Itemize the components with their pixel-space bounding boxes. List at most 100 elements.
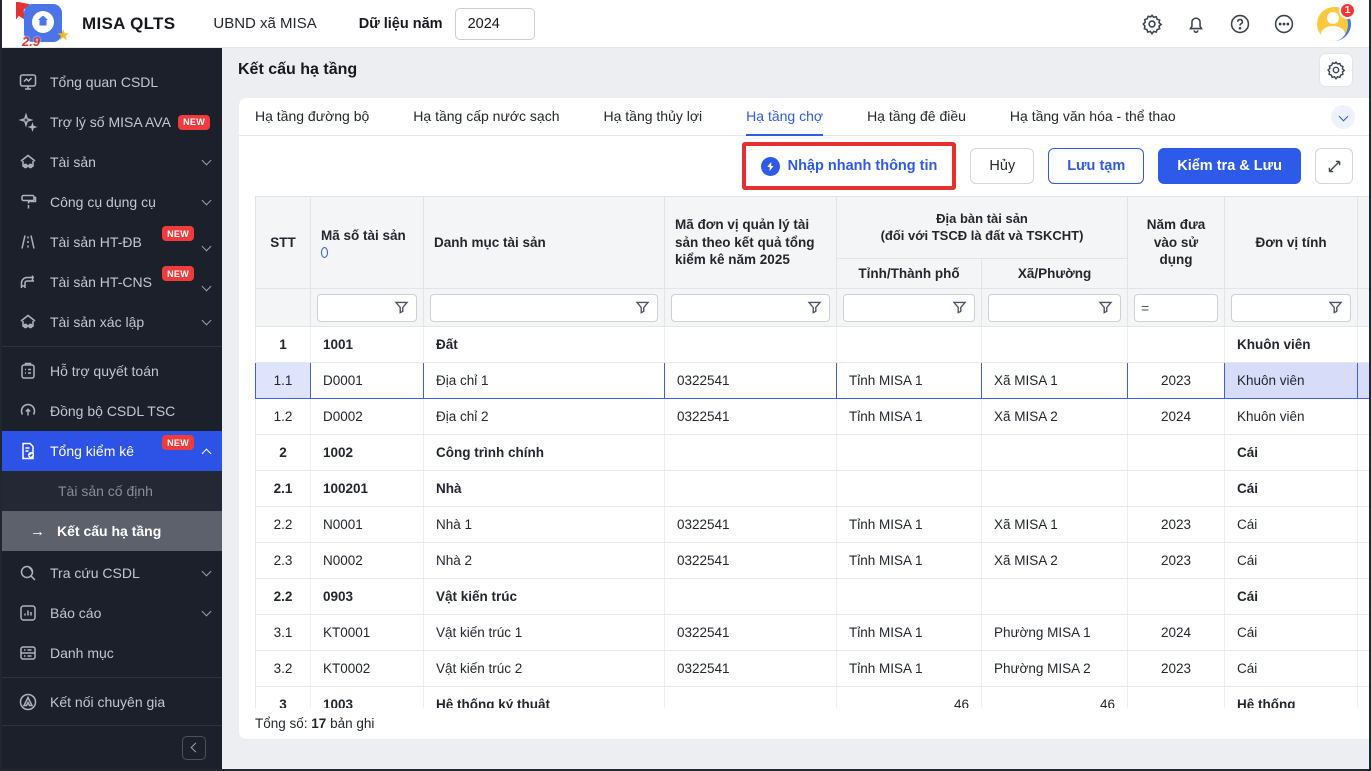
filter-funnel-icon[interactable] xyxy=(806,299,823,316)
more-options-icon[interactable] xyxy=(1273,13,1295,35)
filter-input-province[interactable] xyxy=(843,294,975,322)
logo-version: 2.9 xyxy=(22,34,40,49)
quick-input-button[interactable]: Nhập nhanh thông tin xyxy=(748,148,951,184)
table-row[interactable]: 21002Công trình chínhCái xyxy=(256,435,1370,471)
help-icon[interactable] xyxy=(1229,13,1251,35)
settings-icon[interactable] xyxy=(1141,13,1163,35)
filter-funnel-icon[interactable] xyxy=(951,299,968,316)
chevron-down-icon xyxy=(202,156,212,166)
asset-icon xyxy=(18,152,38,172)
column-header-province[interactable]: Tỉnh/Thành phố xyxy=(837,259,982,289)
user-avatar[interactable]: 1 xyxy=(1317,7,1351,41)
page-settings-button[interactable] xyxy=(1319,53,1353,87)
sidebar-item-bao-cao[interactable]: Báo cáo xyxy=(2,593,222,633)
divider xyxy=(2,677,222,678)
sidebar-item-tong-kiem-ke[interactable]: Tổng kiểm kê NEW xyxy=(2,431,222,471)
sidebar-item-tro-ly-so-misa-ava[interactable]: Trợ lý số MISA AVA NEW xyxy=(2,102,222,142)
sidebar-item-ket-noi-chuyen-gia[interactable]: Kết nối chuyên gia xyxy=(2,682,222,722)
table-row[interactable]: 31003Hệ thống ký thuật4646Hệ thống xyxy=(256,687,1370,709)
tab-ha-tang-de-dieu[interactable]: Hạ tầng đê điều xyxy=(867,98,966,136)
filter-input-name[interactable] xyxy=(430,294,658,322)
sidebar-item-danh-muc[interactable]: Danh mục xyxy=(2,633,222,673)
table-row[interactable]: 11001ĐấtKhuôn viên xyxy=(256,327,1370,363)
filter-funnel-icon[interactable] xyxy=(1097,299,1114,316)
topbar: ★ 2.9 MISA QLTS UBND xã MISA Dữ liệu năm… xyxy=(2,0,1369,48)
table-row-selected[interactable]: 1.1D0001Địa chỉ 10322541Tỉnh MISA 1Xã MI… xyxy=(256,363,1370,399)
new-badge: NEW xyxy=(178,115,210,130)
filter-input-unit-code[interactable] xyxy=(671,294,830,322)
tab-ha-tang-duong-bo[interactable]: Hạ tầng đường bộ xyxy=(255,98,369,136)
sidebar-item-label: Danh mục xyxy=(50,645,114,661)
filter-funnel-icon[interactable] xyxy=(634,299,651,316)
column-header-stt[interactable]: STT xyxy=(256,197,311,289)
filter-funnel-icon[interactable] xyxy=(1327,299,1344,316)
sidebar-item-tai-san-xac-lap[interactable]: Tài sản xác lập xyxy=(2,302,222,342)
filter-funnel-icon[interactable] xyxy=(393,299,410,316)
equals-operator[interactable]: = xyxy=(1141,300,1149,316)
star-decoration-icon: ★ xyxy=(57,26,70,44)
notifications-bell-icon[interactable] xyxy=(1185,13,1207,35)
column-header-ward[interactable]: Xã/Phường xyxy=(982,259,1128,289)
sidebar: Tổng quan CSDL Trợ lý số MISA AVA NEW Tà… xyxy=(2,48,222,769)
data-year-select[interactable]: 2024 xyxy=(455,8,535,40)
asset-established-icon xyxy=(18,312,38,332)
table-row[interactable]: 2.1100201NhàCái xyxy=(256,471,1370,507)
sidebar-item-dong-bo-csdl-tsc[interactable]: Đồng bộ CSDL TSC xyxy=(2,391,222,431)
tabs-more-button[interactable] xyxy=(1331,105,1355,129)
tab-ha-tang-cho[interactable]: Hạ tầng chợ xyxy=(746,98,823,136)
tab-ha-tang-cap-nuoc-sach[interactable]: Hạ tầng cấp nước sạch xyxy=(413,98,559,136)
attention-highlight-box: Nhập nhanh thông tin xyxy=(742,142,957,190)
sidebar-item-label: Kết nối chuyên gia xyxy=(50,694,165,710)
filter-input-year[interactable]: = xyxy=(1134,294,1218,322)
pipe-icon xyxy=(18,272,38,292)
sidebar-item-tong-quan-csdl[interactable]: Tổng quan CSDL xyxy=(2,62,222,102)
sidebar-item-tai-san-ht-cns[interactable]: Tài sản HT-CNS NEW xyxy=(2,262,222,302)
sidebar-item-label: Tài sản HT-CNS xyxy=(50,274,152,290)
tab-ha-tang-van-hoa-the-thao[interactable]: Hạ tầng văn hóa - thể thao xyxy=(1010,98,1176,136)
sidebar-item-ho-tro-quyet-toan[interactable]: Hỗ trợ quyết toán xyxy=(2,351,222,391)
sidebar-item-tai-san-ht-db[interactable]: Tài sản HT-ĐB NEW xyxy=(2,222,222,262)
chevron-down-icon xyxy=(202,196,212,206)
sidebar-item-label: Trợ lý số MISA AVA xyxy=(50,114,171,130)
data-table: STT Mã số tài sản Danh mục tài sản Mã đơ… xyxy=(255,196,1369,708)
table-row[interactable]: 1.2D0002Địa chỉ 20322541Tỉnh MISA 1Xã MI… xyxy=(256,399,1370,435)
expert-connect-icon xyxy=(18,692,38,712)
cloud-sync-icon xyxy=(18,401,38,421)
cancel-button[interactable]: Hủy xyxy=(970,148,1034,184)
sidebar-item-label: Tra cứu CSDL xyxy=(50,565,140,581)
new-badge: NEW xyxy=(162,226,194,241)
sidebar-collapse-button[interactable] xyxy=(182,736,206,760)
sidebar-item-cong-cu-dung-cu[interactable]: Công cụ dụng cụ xyxy=(2,182,222,222)
page-title: Kết cấu hạ tầng xyxy=(238,61,357,79)
table-row[interactable]: 3.1KT0001Vật kiến trúc 10322541Tỉnh MISA… xyxy=(256,615,1370,651)
table-row[interactable]: 2.2N0001Nhà 10322541Tỉnh MISA 1Xã MISA 1… xyxy=(256,507,1370,543)
chevron-down-icon xyxy=(202,316,212,326)
sidebar-subitem-tai-san-co-dinh[interactable]: Tài sản cố định xyxy=(2,471,222,511)
column-group-header-area: Địa bàn tài sản (đối với TSCĐ là đất và … xyxy=(837,197,1128,259)
quick-input-icon xyxy=(761,157,780,176)
table-row[interactable]: 2.3N0002Nhà 20322541Tỉnh MISA 1Xã MISA 2… xyxy=(256,543,1370,579)
table-row[interactable]: 2.20903Vật kiến trúcCái xyxy=(256,579,1370,615)
filter-input-ward[interactable] xyxy=(988,294,1121,322)
save-temp-button[interactable]: Lưu tạm xyxy=(1048,148,1144,184)
filter-row: = xyxy=(256,289,1370,327)
chevron-left-icon xyxy=(190,743,200,753)
app-name: MISA QLTS xyxy=(82,14,175,34)
check-and-save-button[interactable]: Kiểm tra & Lưu xyxy=(1158,148,1301,184)
sidebar-item-tai-san[interactable]: Tài sản xyxy=(2,142,222,182)
filter-input-unit[interactable] xyxy=(1231,294,1351,322)
column-header-unit[interactable]: Đơn vị tính xyxy=(1225,197,1358,289)
tab-ha-tang-thuy-loi[interactable]: Hạ tầng thủy lợi xyxy=(603,98,702,136)
column-pin-icon xyxy=(321,247,328,258)
filter-input-code[interactable] xyxy=(317,294,417,322)
sidebar-subitem-ket-cau-ha-tang[interactable]: → Kết cấu hạ tầng xyxy=(2,511,222,551)
column-header-code[interactable]: Mã số tài sản xyxy=(311,197,424,289)
chevron-down-icon xyxy=(202,241,212,251)
column-header-name[interactable]: Danh mục tài sản xyxy=(424,197,665,289)
table-row[interactable]: 3.2KT0002Vật kiến trúc 20322541Tỉnh MISA… xyxy=(256,651,1370,687)
road-icon xyxy=(18,232,38,252)
column-header-year[interactable]: Năm đưa vào sử dụng xyxy=(1128,197,1225,289)
column-header-unit-code[interactable]: Mã đơn vị quản lý tài sản theo kết quả t… xyxy=(665,197,837,289)
fullscreen-button[interactable] xyxy=(1315,148,1353,184)
sidebar-item-tra-cuu-csdl[interactable]: Tra cứu CSDL xyxy=(2,553,222,593)
